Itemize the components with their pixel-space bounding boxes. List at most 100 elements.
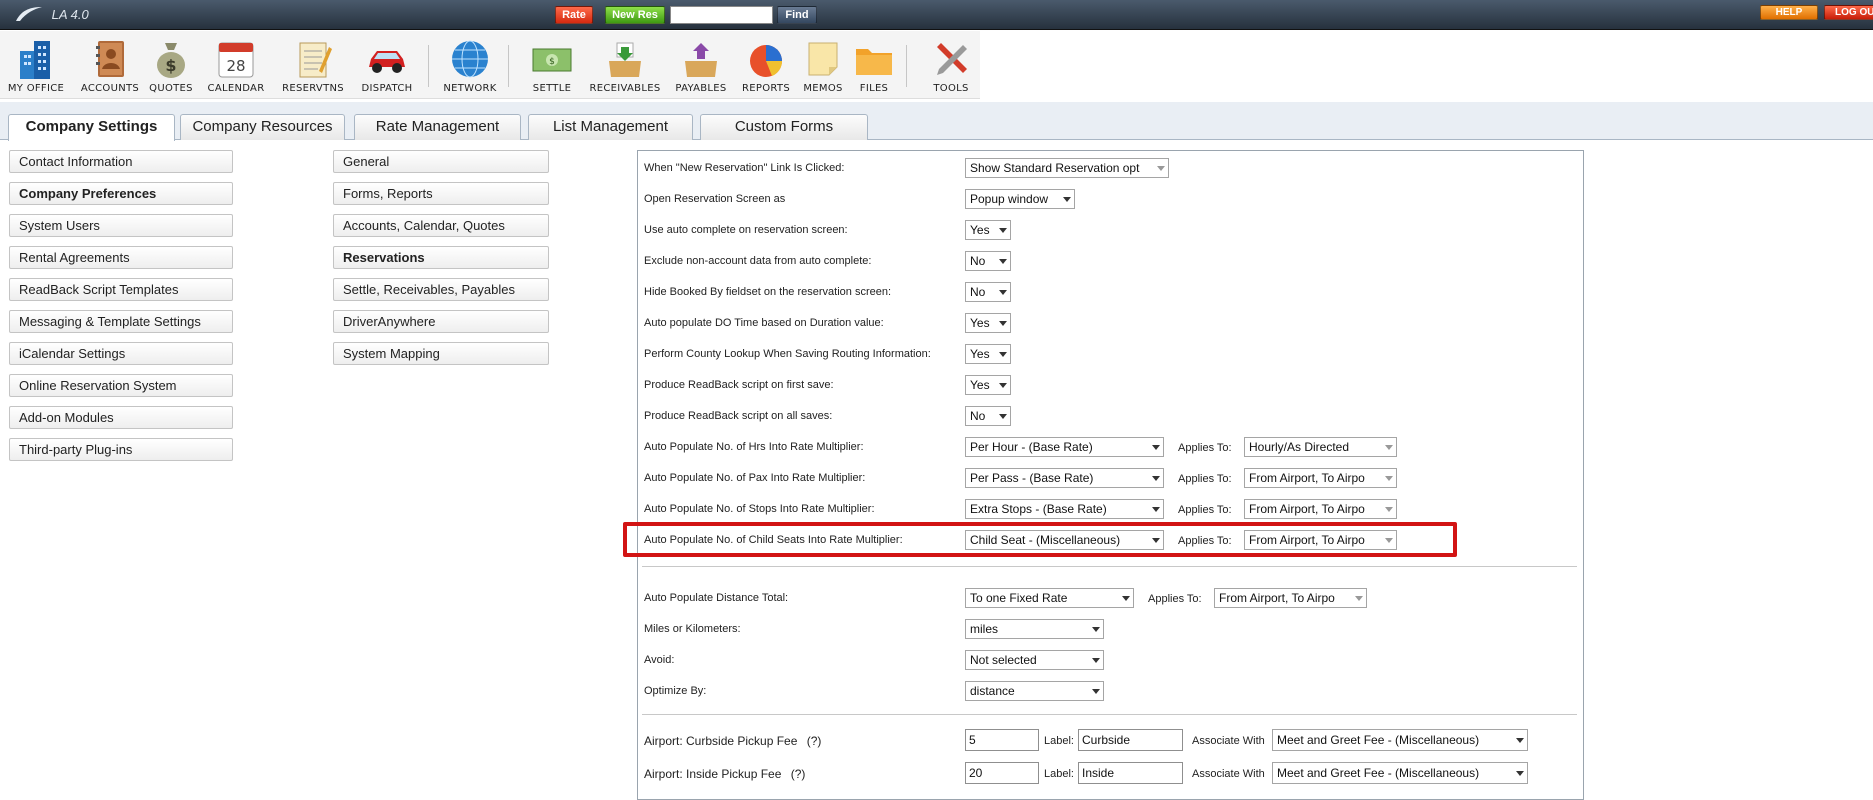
associate-with-label: Associate With	[1192, 735, 1265, 747]
setting-label: Airport: Inside Pickup Fee (?)	[644, 767, 805, 781]
money-bag-icon: $	[157, 43, 185, 78]
toolbar-quotes[interactable]: $ QUOTES	[146, 33, 196, 97]
tab-rate-management[interactable]: Rate Management	[354, 114, 521, 140]
folder-icon	[856, 49, 892, 75]
nav-company-preferences[interactable]: Company Preferences	[9, 182, 233, 205]
settings-tab-bar: Company Settings Company Resources Rate …	[0, 102, 1873, 141]
toolbar-reports[interactable]: REPORTS	[738, 33, 794, 97]
subnav-reservations[interactable]: Reservations	[333, 246, 549, 269]
setting-label: Hide Booked By fieldset on the reservati…	[644, 286, 892, 298]
select-value: Extra Stops - (Base Rate)	[970, 502, 1107, 516]
select-value: Hourly/As Directed	[1249, 440, 1350, 454]
select-value: Yes	[970, 378, 990, 392]
dropdown-arrow-icon	[1088, 682, 1103, 700]
subnav-forms-reports[interactable]: Forms, Reports	[333, 182, 549, 205]
toolbar-network[interactable]: NETWORK	[440, 33, 500, 97]
county-lookup-select[interactable]: Yes	[965, 344, 1011, 364]
hide-booked-by-select[interactable]: No	[965, 282, 1011, 302]
setting-label: Miles or Kilometers:	[644, 623, 741, 635]
subnav-driveranywhere[interactable]: DriverAnywhere	[333, 310, 549, 333]
nav-add-on-modules[interactable]: Add-on Modules	[9, 406, 233, 429]
new-res-button[interactable]: New Res	[605, 6, 665, 24]
avoid-select[interactable]: Not selected	[965, 650, 1104, 670]
toolbar-payables[interactable]: PAYABLES	[670, 33, 732, 97]
dropdown-arrow-icon	[1512, 764, 1527, 782]
hrs-applies-to-select[interactable]: Hourly/As Directed	[1244, 437, 1397, 457]
toolbar-files[interactable]: FILES	[850, 33, 898, 97]
notepad-icon	[299, 42, 332, 78]
miles-km-select[interactable]: miles	[965, 619, 1104, 639]
toolbar-accounts[interactable]: ACCOUNTS	[78, 33, 142, 97]
auto-do-time-select[interactable]: Yes	[965, 313, 1011, 333]
pax-applies-to-select[interactable]: From Airport, To Airpo	[1244, 468, 1397, 488]
nav-rental-agreements[interactable]: Rental Agreements	[9, 246, 233, 269]
logout-button[interactable]: LOG OUT	[1824, 5, 1873, 20]
distance-total-select[interactable]: To one Fixed Rate	[965, 588, 1134, 608]
toolbar-dispatch[interactable]: DISPATCH	[355, 33, 419, 97]
inside-fee-amount-input[interactable]: 20	[965, 762, 1039, 784]
toolbar-memos[interactable]: MEMOS	[798, 33, 848, 97]
nav-messaging-template-settings[interactable]: Messaging & Template Settings	[9, 310, 233, 333]
open-reservation-screen-select[interactable]: Popup window	[965, 189, 1075, 209]
help-button[interactable]: HELP	[1760, 5, 1818, 20]
applies-to-label: Applies To:	[1178, 473, 1232, 485]
calendar-day-text: 28	[226, 57, 245, 75]
subnav-general[interactable]: General	[333, 150, 549, 173]
dropdown-arrow-icon	[1118, 589, 1133, 607]
inside-fee-label-input[interactable]: Inside	[1078, 762, 1183, 784]
pax-multiplier-select[interactable]: Per Pass - (Base Rate)	[965, 468, 1164, 488]
nav-readback-script-templates[interactable]: ReadBack Script Templates	[9, 278, 233, 301]
curbside-fee-associate-select[interactable]: Meet and Greet Fee - (Miscellaneous)	[1272, 729, 1528, 751]
setting-label: Avoid:	[644, 654, 675, 666]
rate-button[interactable]: Rate	[555, 6, 593, 24]
dropdown-arrow-icon	[1088, 651, 1103, 669]
curbside-fee-amount-input[interactable]: 5	[965, 729, 1039, 751]
dropdown-arrow-icon	[995, 252, 1010, 270]
dropdown-arrow-icon	[1148, 438, 1163, 456]
nav-third-party-plug-ins[interactable]: Third-party Plug-ins	[9, 438, 233, 461]
toolbar-receivables[interactable]: RECEIVABLES	[586, 33, 664, 97]
exclude-non-account-select[interactable]: No	[965, 251, 1011, 271]
tab-list-management[interactable]: List Management	[528, 114, 693, 140]
hrs-multiplier-select[interactable]: Per Hour - (Base Rate)	[965, 437, 1164, 457]
toolbar-calendar[interactable]: 28 CALENDAR	[202, 33, 270, 97]
new-reservation-link-select[interactable]: Show Standard Reservation opt	[965, 158, 1169, 178]
find-input[interactable]	[670, 6, 773, 24]
nav-icalendar-settings[interactable]: iCalendar Settings	[9, 342, 233, 365]
toolbar-my-office[interactable]: MY OFFICE	[2, 33, 70, 97]
subnav-system-mapping[interactable]: System Mapping	[333, 342, 549, 365]
nav-online-reservation-system[interactable]: Online Reservation System	[9, 374, 233, 397]
distance-applies-to-select[interactable]: From Airport, To Airpo	[1214, 588, 1367, 608]
readback-first-save-select[interactable]: Yes	[965, 375, 1011, 395]
readback-all-saves-select[interactable]: No	[965, 406, 1011, 426]
nav-contact-information[interactable]: Contact Information	[9, 150, 233, 173]
calendar-icon: 28	[218, 42, 254, 78]
find-button[interactable]: Find	[777, 6, 817, 24]
tab-company-settings[interactable]: Company Settings	[8, 114, 175, 141]
subnav-accounts-calendar-quotes[interactable]: Accounts, Calendar, Quotes	[333, 214, 549, 237]
help-question-icon[interactable]: (?)	[807, 734, 822, 748]
setting-label: Exclude non-account data from auto compl…	[644, 255, 872, 267]
tab-custom-forms[interactable]: Custom Forms	[700, 114, 868, 140]
curbside-fee-label-input[interactable]: Curbside	[1078, 729, 1183, 751]
stops-applies-to-select[interactable]: From Airport, To Airpo	[1244, 499, 1397, 519]
select-value: No	[970, 285, 986, 299]
subnav-settle-receivables-payables[interactable]: Settle, Receivables, Payables	[333, 278, 549, 301]
dropdown-arrow-icon	[995, 221, 1010, 239]
auto-complete-select[interactable]: Yes	[965, 220, 1011, 240]
app-logo[interactable]: LA 4.0	[14, 5, 89, 25]
toolbar-reservations[interactable]: RESERVTNS	[278, 33, 348, 97]
optimize-by-select[interactable]: distance	[965, 681, 1104, 701]
nav-system-users[interactable]: System Users	[9, 214, 233, 237]
tab-company-resources[interactable]: Company Resources	[180, 114, 345, 140]
setting-label: Auto Populate No. of Pax Into Rate Multi…	[644, 472, 866, 484]
help-question-icon[interactable]: (?)	[791, 767, 806, 781]
toolbar-tools[interactable]: TOOLS	[922, 33, 980, 97]
stops-multiplier-select[interactable]: Extra Stops - (Base Rate)	[965, 499, 1164, 519]
car-icon	[369, 51, 405, 73]
dropdown-arrow-icon	[995, 407, 1010, 425]
fee-label-caption: Label:	[1044, 735, 1074, 747]
toolbar-settle[interactable]: $ SETTLE	[524, 33, 580, 97]
inside-fee-associate-select[interactable]: Meet and Greet Fee - (Miscellaneous)	[1272, 762, 1528, 784]
section-divider	[642, 566, 1577, 567]
